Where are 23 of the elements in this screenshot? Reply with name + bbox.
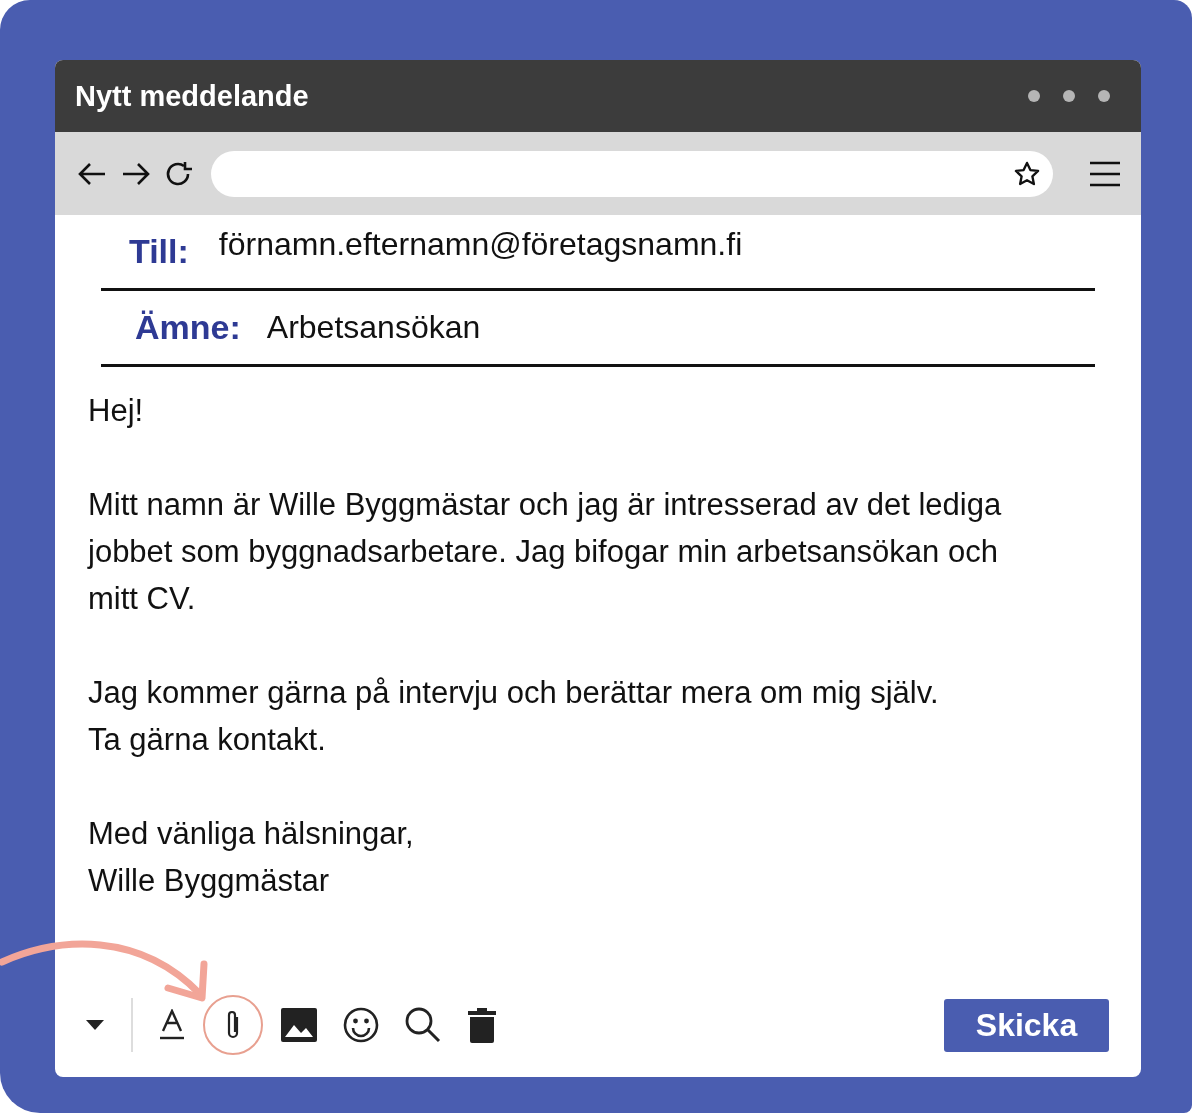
field-label: Ämne: (135, 308, 241, 347)
smiley-icon[interactable] (343, 1007, 379, 1043)
send-button[interactable]: Skicka (944, 998, 1109, 1052)
field-label: Till: (129, 232, 189, 271)
more-icon[interactable] (1027, 89, 1111, 103)
message-paragraph: Jag kommer gärna på intervju och berättar mera om mig själv. Ta gärna kontakt. (88, 674, 940, 759)
message-paragraph: Mitt namn är Wille Byggmästar och jag är intresserad av det lediga jobbet som byggnadsarbetare. Jag bifogar min arbetsansökan och mitt CV. (88, 486, 1003, 618)
reload-icon[interactable] (165, 159, 193, 188)
search-icon[interactable] (405, 1007, 441, 1043)
address-field[interactable] (211, 150, 1053, 197)
forward-icon[interactable] (121, 160, 151, 187)
text-format-icon[interactable] (159, 1009, 185, 1041)
window-title: Nytt meddelande (75, 79, 309, 113)
image-icon[interactable] (281, 1008, 317, 1042)
star-icon[interactable] (1013, 159, 1041, 188)
trash-icon[interactable] (467, 1007, 497, 1043)
field-value[interactable]: Arbetsansökan (266, 309, 481, 346)
menu-icon[interactable] (1089, 160, 1121, 187)
back-icon[interactable] (77, 160, 107, 187)
message-paragraph: Med vänliga hälsningar, Wille Byggmästar (88, 815, 415, 900)
caret-icon[interactable] (85, 1019, 105, 1031)
message-paragraph: Hej! (88, 392, 145, 430)
field-value[interactable]: förnamn.efternamn@företagsnamn.fi (218, 226, 743, 263)
